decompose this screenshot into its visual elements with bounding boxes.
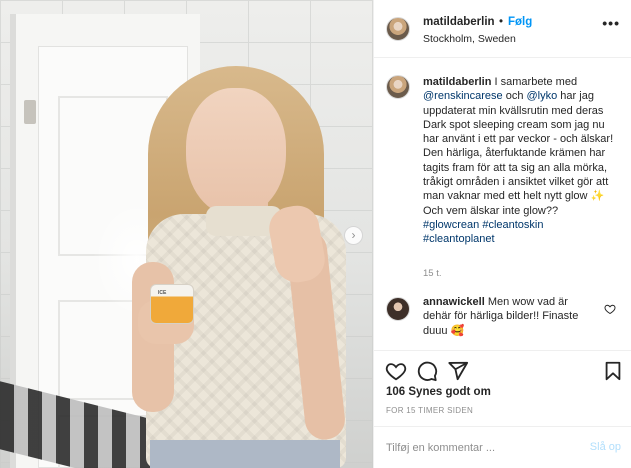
more-options-icon[interactable]: ••• (602, 16, 620, 30)
add-comment-bar: Slå op (374, 426, 631, 468)
post-age[interactable]: FOR 15 TIMER SIDEN (386, 406, 473, 415)
caption-avatar[interactable] (386, 75, 410, 99)
sparkles-emoji: ✨ (590, 190, 605, 203)
comment-icon[interactable] (416, 360, 438, 382)
caption-text-part: I samarbete med (491, 76, 578, 88)
hashtag-link[interactable]: #glowcrean (423, 219, 479, 231)
bookmark-icon[interactable] (602, 360, 624, 382)
post-comment-button[interactable]: Slå op (590, 441, 621, 453)
caption-timestamp[interactable]: 15 t. (423, 268, 442, 279)
cream-jar-label: ICE (158, 290, 167, 296)
chevron-right-icon: › (351, 228, 356, 242)
caption-text-part: Den härliga, återfuktande krämen har tag… (423, 147, 609, 203)
comment-input[interactable] (386, 439, 586, 457)
cream-jar (150, 284, 194, 324)
header-separator: • (499, 16, 504, 28)
heart-icon[interactable] (604, 303, 616, 315)
post-sidebar: matildaberlin • Følg Stockholm, Sweden •… (373, 0, 631, 468)
commenter-username[interactable]: annawickell (423, 296, 485, 308)
comment-text: annawickell Men wow vad är dehär för här… (423, 295, 593, 338)
post-photo[interactable]: ICE › (0, 0, 373, 468)
share-icon[interactable] (447, 360, 469, 382)
smiling-hearts-emoji: 🥰 (450, 324, 465, 337)
person-jeans (150, 440, 340, 468)
author-username[interactable]: matildaberlin (423, 16, 495, 28)
author-avatar[interactable] (386, 17, 410, 41)
heart-icon[interactable] (385, 360, 407, 382)
mention-link[interactable]: @lyko (527, 90, 558, 102)
post-location[interactable]: Stockholm, Sweden (423, 33, 516, 45)
action-bar (374, 350, 631, 390)
person-face (186, 88, 286, 216)
door-hinge (24, 100, 36, 124)
like-count[interactable]: 106 Synes godt om (386, 386, 491, 398)
caption-text-part: Och vem älskar inte glow?? (423, 204, 559, 217)
next-image-button[interactable]: › (344, 226, 363, 245)
comments-area[interactable]: matildaberlin I samarbete med @renskinca… (374, 59, 631, 344)
commenter-avatar[interactable] (386, 297, 410, 321)
hashtag-link[interactable]: #cleantoskin (482, 219, 543, 231)
caption-text: matildaberlin I samarbete med @renskinca… (423, 75, 623, 247)
caption-text-part: och (502, 90, 527, 103)
hashtag-link[interactable]: #cleantoplanet (423, 233, 495, 245)
caption-username[interactable]: matildaberlin (423, 76, 491, 88)
mention-link[interactable]: @renskincarese (423, 90, 503, 102)
follow-button[interactable]: Følg (508, 16, 532, 28)
post-header: matildaberlin • Følg Stockholm, Sweden •… (374, 0, 631, 58)
